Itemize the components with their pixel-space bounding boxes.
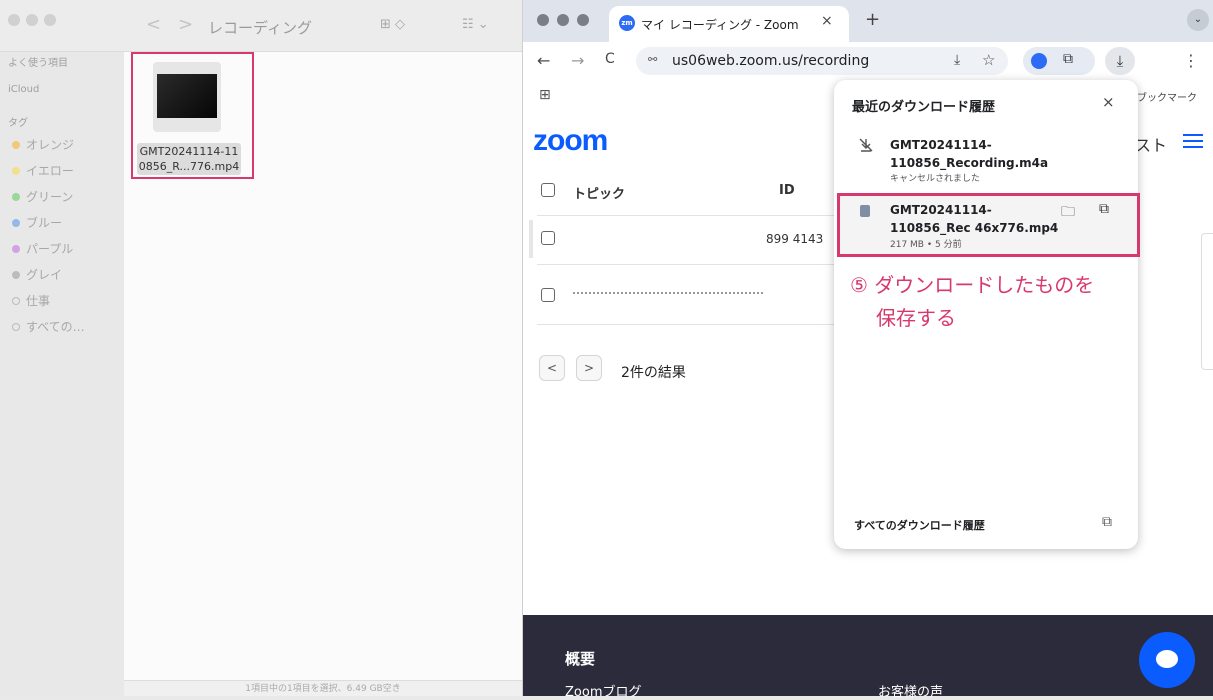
download-item-1-name[interactable]: GMT20241114-110856_Recording.m4a [890,136,1122,172]
favorites-heading: よく使う項目 [8,58,68,69]
finder-status-bar: 1項目中の1項目を選択、6.49 GB空き [124,680,522,696]
install-icon[interactable]: ⤓ [954,52,960,68]
extension-icon[interactable] [1031,53,1047,69]
footer-link-voice[interactable]: お客様の声 [878,681,943,700]
row2-topic-text [573,292,763,298]
new-tab-button[interactable]: + [865,9,880,30]
forward-icon[interactable]: > [178,14,193,35]
file-name-label[interactable]: GMT20241114-11 0856_R...776.mp4 [137,143,241,175]
bookmark-star-icon[interactable]: ☆ [982,51,995,69]
empty-dot-icon [12,296,20,305]
tags-heading: タグ [8,118,28,129]
chrome-zoom-light[interactable] [577,14,589,26]
pager-next-button[interactable]: > [576,355,602,381]
row-scroll-indicator [529,220,533,258]
blue-dot-icon [12,218,20,227]
column-header-id: ID [779,183,795,198]
back-icon[interactable]: < [146,14,161,35]
column-header-topic: トピック [573,187,626,202]
chrome-menu-icon[interactable]: ⋮ [1183,51,1199,70]
zoom-favicon-icon: zm [619,15,635,31]
tag-green[interactable]: グリーン [12,188,73,205]
tab-search-button[interactable]: ⌄ [1187,9,1209,31]
site-info-icon[interactable]: ⚯ [648,53,657,66]
close-light[interactable] [8,14,20,26]
row2-checkbox[interactable] [541,288,555,302]
finder-sidebar: よく使う項目 iCloud タグ オレンジ イエロー グリーン ブルー パープル… [0,52,124,696]
tab-close-icon[interactable]: × [821,13,833,29]
footer-link-blog[interactable]: Zoomブログ [565,681,641,700]
download-item-1-status: キャンセルされました [890,174,981,184]
open-file-icon[interactable]: ⧉ [1099,201,1109,217]
finder-window: < > レコーディング ⊞ ◇ ☷ ⌄ よく使う項目 iCloud タグ オレン… [0,0,522,696]
downloads-panel-title: 最近のダウンロード履歴 [852,100,996,115]
all-downloads-link[interactable]: すべてのダウンロード履歴 [854,517,985,533]
video-thumbnail [157,74,217,118]
finder-title: レコーディング [208,19,312,37]
extensions-puzzle-icon[interactable]: ⧉ [1063,51,1073,67]
pager-prev-button[interactable]: < [539,355,565,381]
tag-purple[interactable]: パープル [12,240,73,257]
external-link-icon[interactable]: ⧉ [1102,514,1112,530]
icloud-heading: iCloud [8,84,40,95]
side-panel-edge [1201,233,1213,370]
tag-gray[interactable]: グレイ [12,266,62,283]
tag-work[interactable]: 仕事 [12,292,50,309]
minimize-light[interactable] [26,14,38,26]
instruction-annotation: ⑤ ダウンロードしたものを 保存する [850,273,1095,330]
back-button[interactable]: ← [537,51,550,70]
header-partial-text: スト [1135,136,1168,155]
tag-all[interactable]: すべての… [12,318,85,335]
forward-button[interactable]: → [571,51,584,70]
tag-orange[interactable]: オレンジ [12,136,74,153]
results-count: 2件の結果 [621,365,686,381]
orange-dot-icon [12,140,20,149]
gray-dot-icon [12,270,20,279]
footer-heading: 概要 [565,650,596,668]
finder-toolbar: < > レコーディング ⊞ ◇ ☷ ⌄ [0,0,522,52]
download-item-2-meta: 217 MB • 5 分前 [890,240,962,250]
zoom-logo[interactable]: zoom [533,124,608,158]
download-cancelled-icon [859,138,873,152]
url-text[interactable]: us06web.zoom.us/recording [672,53,869,69]
page-footer: 概要 Zoomブログ お客様の声 [523,615,1213,700]
extensions-area: ⧉ [1023,47,1095,75]
view-mode-icon[interactable]: ⊞ ◇ [380,17,405,32]
all-tags-icon [12,322,20,331]
video-file-icon[interactable] [153,62,221,132]
tab-strip: zm マイ レコーディング - Zoom × + ⌄ [523,0,1213,42]
select-all-checkbox[interactable] [541,183,555,197]
green-dot-icon [12,192,20,201]
row1-checkbox[interactable] [541,231,555,245]
zoom-light[interactable] [44,14,56,26]
chrome-minimize-light[interactable] [557,14,569,26]
tab-zoom-recordings[interactable]: zm マイ レコーディング - Zoom × [609,6,849,42]
hamburger-menu-icon[interactable] [1183,134,1203,148]
downloads-panel: 最近のダウンロード履歴 × GMT20241114-110856_Recordi… [834,80,1140,549]
video-file-icon [860,205,870,217]
downloads-button[interactable]: ⤓ [1105,47,1135,75]
downloads-close-icon[interactable]: × [1102,93,1115,111]
tab-title: マイ レコーディング - Zoom [641,18,799,32]
download-item-2-name[interactable]: GMT20241114-110856_Rec 46x776.mp4 [890,201,1062,237]
chat-bubble-button[interactable] [1139,632,1195,688]
apps-grid-icon[interactable]: ⊞ [539,87,551,103]
address-bar[interactable]: ⚯ us06web.zoom.us/recording ⤓ ☆ [636,47,1008,75]
row1-meeting-id: 899 4143 [766,232,824,246]
chrome-close-light[interactable] [537,14,549,26]
reload-button[interactable]: C [605,51,615,67]
tag-blue[interactable]: ブルー [12,214,62,231]
bookmarks-label[interactable]: ブックマーク [1137,89,1197,104]
show-in-folder-icon[interactable]: 🗀 [1061,201,1075,225]
browser-toolbar: ← → C ⚯ us06web.zoom.us/recording ⤓ ☆ ⧉ … [523,42,1213,80]
group-icon[interactable]: ☷ ⌄ [462,17,489,32]
purple-dot-icon [12,244,20,253]
tag-yellow[interactable]: イエロー [12,162,74,179]
yellow-dot-icon [12,166,20,175]
